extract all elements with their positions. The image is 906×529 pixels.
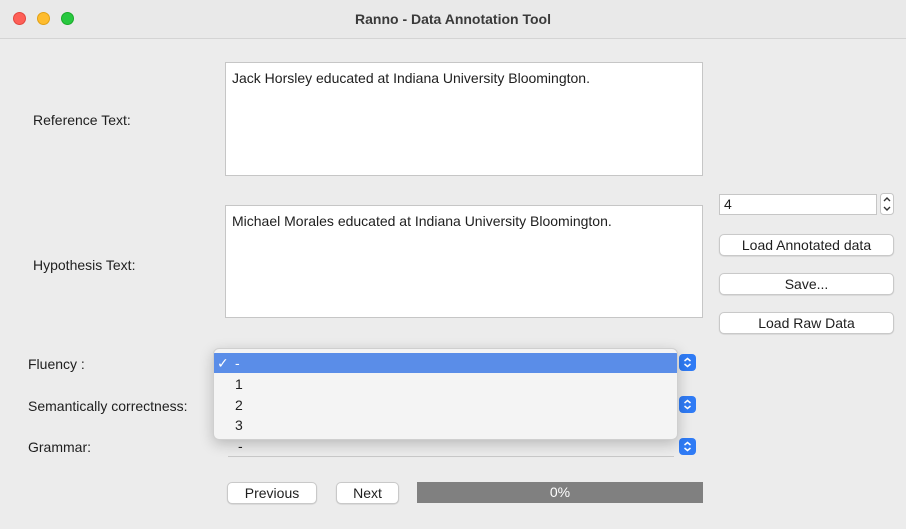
fluency-option[interactable]: 1 [214,374,677,394]
title-bar[interactable]: Ranno - Data Annotation Tool [0,0,906,39]
grammar-label: Grammar: [28,439,91,455]
reference-text-box[interactable]: Jack Horsley educated at Indiana Univers… [225,62,703,176]
hypothesis-text-label: Hypothesis Text: [33,257,136,273]
reference-text-label: Reference Text: [33,112,131,128]
index-spinbox[interactable]: 4 [719,194,877,215]
fluency-option[interactable]: 3 [214,415,677,435]
progress-text: 0% [549,484,571,500]
load-annotated-data-button[interactable]: Load Annotated data [719,234,894,256]
previous-button[interactable]: Previous [227,482,317,504]
grammar-value: - [238,438,243,454]
fluency-option[interactable]: ✓ - [214,353,677,373]
fluency-dropdown-menu: ✓ - 1 2 3 [213,348,678,440]
next-button[interactable]: Next [336,482,399,504]
progress-bar: 0% [417,482,703,503]
window-title: Ranno - Data Annotation Tool [355,11,551,27]
save-button[interactable]: Save... [719,273,894,295]
fluency-label: Fluency : [28,356,85,372]
stepper-arrows-icon[interactable] [880,193,894,215]
app-window: Ranno - Data Annotation Tool Reference T… [0,0,906,529]
fluency-option[interactable]: 2 [214,395,677,415]
chevron-updown-icon[interactable] [679,354,696,371]
checkmark-icon: ✓ [217,355,229,371]
chevron-updown-icon[interactable] [679,396,696,413]
load-raw-data-button[interactable]: Load Raw Data [719,312,894,334]
chevron-updown-icon[interactable] [679,438,696,455]
hypothesis-text-box[interactable]: Michael Morales educated at Indiana Univ… [225,205,703,318]
semantic-correctness-label: Semantically correctness: [28,398,188,414]
